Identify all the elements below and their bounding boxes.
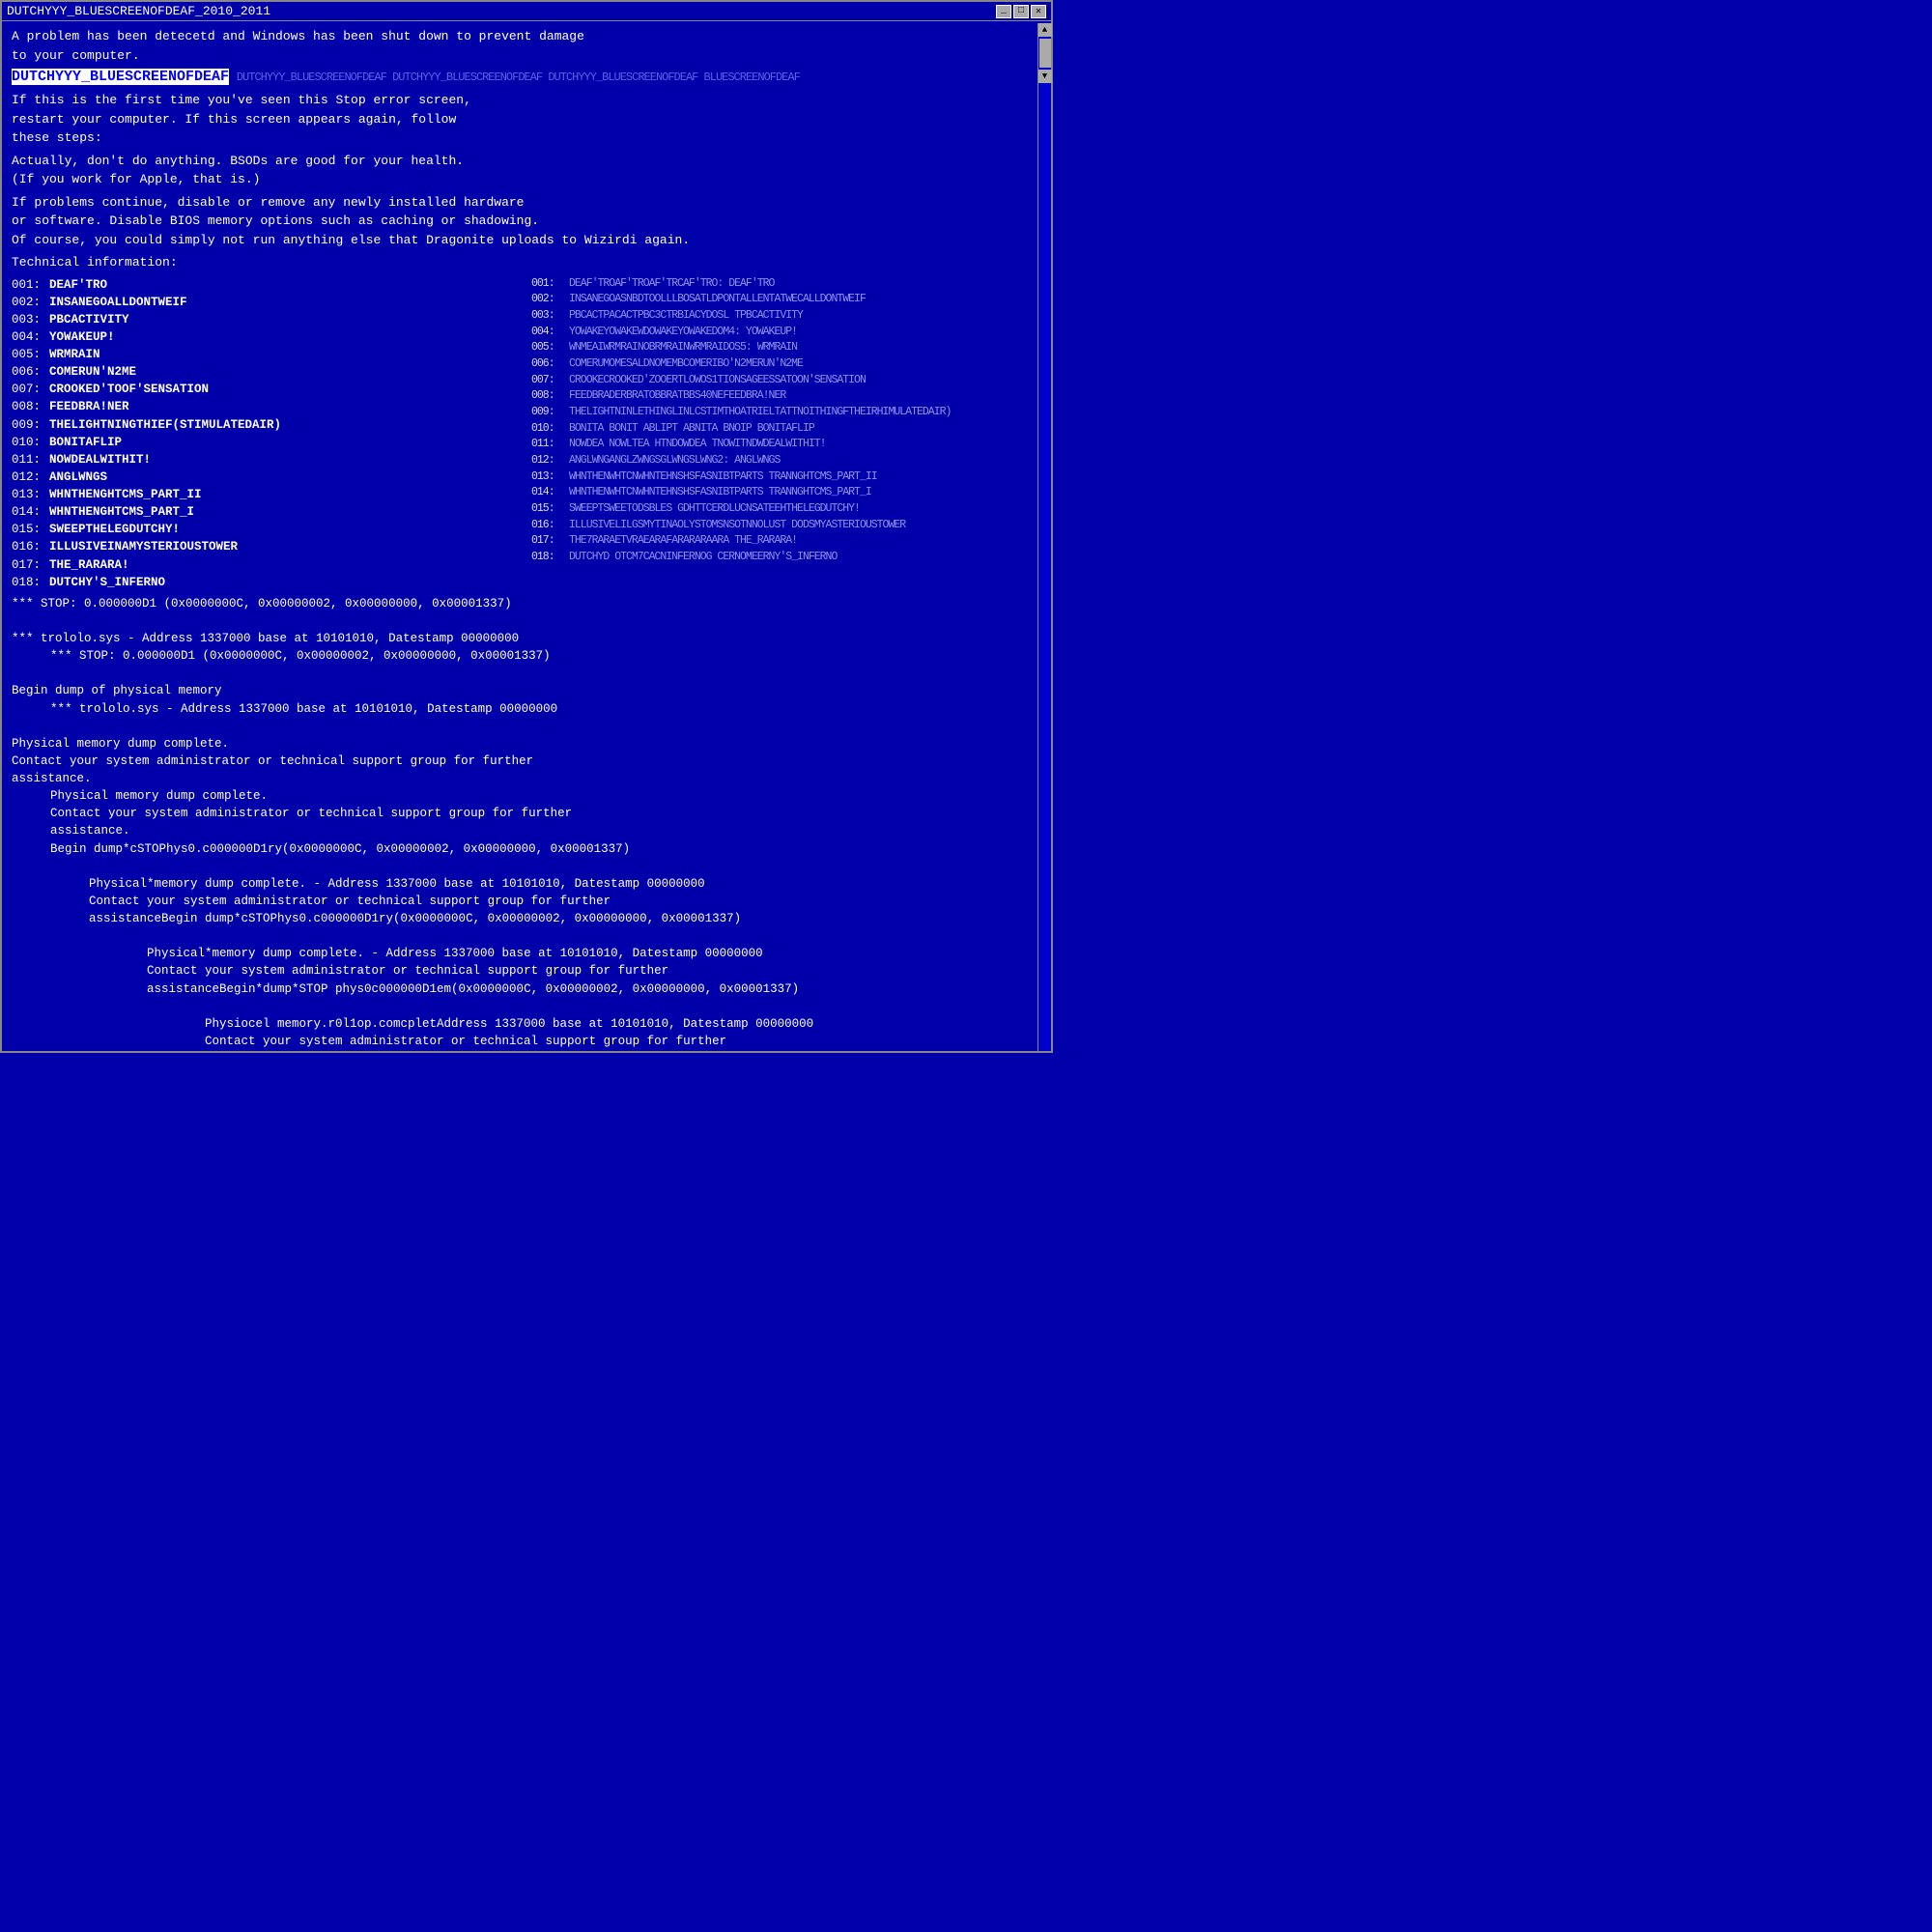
error-item-016: 016: ILLUSIVEINAMYSTERIOUSTOWER [12, 538, 522, 555]
intro-line1: A problem has been detecetd and Windows … [12, 29, 584, 43]
scroll-thumb[interactable] [1039, 39, 1051, 68]
error-right-012: 012: ANGLWNGANGLZWNGSGLWNGSLWNG2: ANGLWN… [531, 453, 1041, 469]
error-item-017: 017: THE_RARARA! [12, 556, 522, 574]
close-button[interactable]: ✕ [1031, 5, 1046, 18]
intro-line2: to your computer. [12, 48, 140, 63]
error-item-004: 004: YOWAKEUP! [12, 328, 522, 346]
minimize-button[interactable]: _ [996, 5, 1011, 18]
scrollbar[interactable]: ▲ ▼ [1037, 23, 1051, 1051]
error-right-007: 007: CROOKECROOKED'ZOOERTLOWOS1TIONSAGEE… [531, 373, 1041, 389]
error-item-013: 013: WHNTHENGHTCMS_PART_II [12, 486, 522, 503]
error-list: 001: DEAF'TRO 002: INSANEGOALLDONTWEIF 0… [12, 276, 1041, 591]
error-item-009: 009: THELIGHTNINGTHIEF(STIMULATEDAIR) [12, 416, 522, 434]
error-item-002: 002: INSANEGOALLDONTWEIF [12, 294, 522, 311]
stop-section: *** STOP: 0.000000D1 (0x0000000C, 0x0000… [12, 595, 1041, 1049]
phys-dump-complete-2: Physical memory dump complete. [50, 787, 1041, 805]
error-right-002: 002: INSANEGOASNBDTOOLLLBOSATLDPONTALLEN… [531, 292, 1041, 308]
title-bar-buttons[interactable]: _ □ ✕ [996, 5, 1046, 18]
error-right-016: 016: ILLUSIVELILGSMYTINAOLYSTOMSNSOTNNOL… [531, 518, 1041, 534]
scroll-up-button[interactable]: ▲ [1038, 23, 1052, 37]
error-right-015: 015: SWEEPTSWEETODSBLES GDHTTCERDLUCNSAT… [531, 501, 1041, 518]
contact-1: Contact your system administrator or tec… [12, 753, 1041, 770]
error-right-008: 008: FEEDBRADERBRATOBBRATBBS40NEFEEDBRA!… [531, 388, 1041, 405]
stop-line1: *** STOP: 0.000000D1 (0x0000000C, 0x0000… [12, 595, 1041, 612]
error-right-003: 003: PBCACTPACACTPBC3CTRBIACYDOSL TPBCAC… [531, 308, 1041, 325]
phys-dump-4: Physical*memory dump complete. - Address… [147, 945, 1041, 962]
contact-2: Contact your system administrator or tec… [50, 805, 1041, 822]
error-right-014: 014: WHNTHENWHTCNWHNTEHNSHSFASNIBTPARTS … [531, 485, 1041, 501]
maximize-button[interactable]: □ [1013, 5, 1029, 18]
main-title-glitch: DUTCHYYY_BLUESCREENOFDEAF DUTCHYYY_BLUES… [237, 71, 800, 84]
phys-dump-complete-1: Physical memory dump complete. [12, 735, 1041, 753]
assistance-3: assistanceBegin dump*cSTOPhys0.c000000D1… [89, 910, 1041, 927]
assistance-2: assistance. [50, 822, 1041, 839]
error-right-009: 009: THELIGHTNINLETHINGLINLCSTIMTHOATRIE… [531, 405, 1041, 421]
error-right-011: 011: NOWDEA NOWLTEA HTNDOWDEA TNOWITNDWD… [531, 437, 1041, 453]
assistance-4: assistanceBegin*dump*STOP phys0c000000D1… [147, 980, 1041, 998]
title-bar: DUTCHYYY_BLUESCREENOFDEAF_2010_2011 _ □ … [2, 2, 1051, 21]
error-item-001: 001: DEAF'TRO [12, 276, 522, 294]
contact-3: Contact your system administrator or tec… [89, 893, 1041, 910]
error-item-015: 015: SWEEPTHELEGDUTCHY! [12, 521, 522, 538]
error-item-008: 008: FEEDBRA!NER [12, 398, 522, 415]
error-item-018: 018: DUTCHY'S_INFERNO [12, 574, 522, 591]
errors-left: 001: DEAF'TRO 002: INSANEGOALLDONTWEIF 0… [12, 276, 522, 591]
error-right-018: 018: DUTCHYD OTCM7CACNINFERNOG CERNOMEER… [531, 550, 1041, 566]
error-right-001: 001: DEAF'TROAF'TROAF'TRCAF'TRO: DEAF'TR… [531, 276, 1041, 293]
bsod-window: DUTCHYYY_BLUESCREENOFDEAF_2010_2011 _ □ … [0, 0, 1053, 1053]
stop-line2: *** STOP: 0.000000D1 (0x0000000C, 0x0000… [50, 647, 1041, 665]
contact-5: Contact your system administrator or tec… [205, 1033, 1041, 1049]
main-title: DUTCHYYY_BLUESCREENOFDEAF [12, 69, 229, 85]
contact-4: Contact your system administrator or tec… [147, 962, 1041, 980]
stop-line3: Begin dump*cSTOPhys0.c000000D1ry(0x00000… [50, 840, 1041, 858]
error-item-012: 012: ANGLWNGS [12, 469, 522, 486]
window-title: DUTCHYYY_BLUESCREENOFDEAF_2010_2011 [7, 4, 270, 18]
error-item-006: 006: COMERUN'N2ME [12, 363, 522, 381]
tech-header: Technical information: [12, 253, 1041, 272]
errors-right: 001: DEAF'TROAF'TROAF'TRCAF'TRO: DEAF'TR… [531, 276, 1041, 591]
para3: If problems continue, disable or remove … [12, 193, 1041, 250]
main-title-section: DUTCHYYY_BLUESCREENOFDEAF DUTCHYYY_BLUES… [12, 69, 1041, 85]
para2: Actually, don't do anything. BSODs are g… [12, 152, 1041, 189]
scroll-down-button[interactable]: ▼ [1038, 70, 1052, 83]
phys-dump-3: Physical*memory dump complete. - Address… [89, 875, 1041, 893]
error-right-017: 017: THE7RARAETVRAEARAFARARARAARA THE_RA… [531, 533, 1041, 550]
trololo-2: *** trololo.sys - Address 1337000 base a… [50, 700, 1041, 718]
trololo-line: *** trololo.sys - Address 1337000 base a… [12, 630, 1041, 647]
error-right-004: 004: YOWAKEYOWAKEWDOWAKEYOWAKEDOM4: YOWA… [531, 325, 1041, 341]
error-right-013: 013: WHNTHENWHTCNWHNTEHNSHSFASNIBTPARTS … [531, 469, 1041, 486]
error-right-010: 010: BONITA BONIT ABLIPT ABNITA BNOIP BO… [531, 421, 1041, 438]
bsod-content: A problem has been detecetd and Windows … [2, 21, 1051, 1049]
error-item-007: 007: CROOKED'TOOF'SENSATION [12, 381, 522, 398]
error-item-011: 011: NOWDEALWITHIT! [12, 451, 522, 469]
phys-dump-5: Physiocel memory.r0l1op.comcpletAddress … [205, 1015, 1041, 1033]
error-item-010: 010: BONITAFLIP [12, 434, 522, 451]
error-right-005: 005: WNMEAIWRMRAINOBRMRAINWRMRAIDOS5: WR… [531, 340, 1041, 356]
error-item-005: 005: WRMRAIN [12, 346, 522, 363]
assistance-1: assistance. [12, 770, 1041, 787]
begin-dump-1: Begin dump of physical memory [12, 682, 1041, 699]
intro-text: A problem has been detecetd and Windows … [12, 27, 1041, 65]
error-right-006: 006: COMERUMOMESALDNOMEMBCOMERIBO'N2MERU… [531, 356, 1041, 373]
error-item-003: 003: PBCACTIVITY [12, 311, 522, 328]
para1: If this is the first time you've seen th… [12, 91, 1041, 148]
error-item-014: 014: WHNTHENGHTCMS_PART_I [12, 503, 522, 521]
